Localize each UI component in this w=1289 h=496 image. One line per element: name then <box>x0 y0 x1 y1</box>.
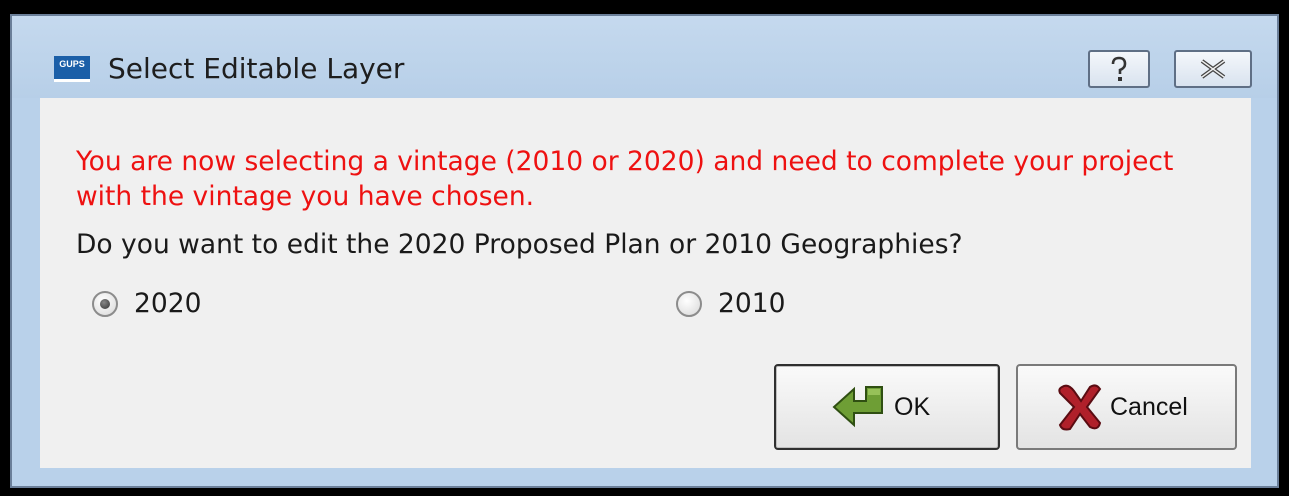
cancel-label: Cancel <box>1110 392 1188 421</box>
radio-option-2010[interactable]: 2010 <box>676 288 785 319</box>
radio-option-2020[interactable]: 2020 <box>92 288 201 319</box>
help-button[interactable] <box>1088 50 1150 88</box>
cancel-button[interactable]: Cancel <box>1016 364 1237 450</box>
radio-label-2010[interactable]: 2010 <box>718 288 785 319</box>
green-arrow-icon <box>832 386 883 428</box>
close-button[interactable] <box>1174 50 1252 88</box>
dialog-window: GUPS Select Editable Layer You are now s… <box>10 14 1279 488</box>
radio-button-2020[interactable] <box>92 290 118 317</box>
vintage-warning-text: You are now selecting a vintage (2010 or… <box>76 146 1174 212</box>
question-mark-icon <box>1111 56 1127 81</box>
ok-label: OK <box>894 392 931 421</box>
dialog-title: Select Editable Layer <box>108 52 405 85</box>
radio-button-2010[interactable] <box>676 290 702 317</box>
gups-app-icon: GUPS <box>54 56 90 82</box>
title-bar[interactable]: GUPS Select Editable Layer <box>12 16 1277 98</box>
red-x-icon <box>1058 384 1102 431</box>
ok-button[interactable]: OK <box>774 364 1000 450</box>
close-x-icon <box>1200 59 1226 79</box>
dialog-content: You are now selecting a vintage (2010 or… <box>40 98 1251 468</box>
radio-label-2020[interactable]: 2020 <box>134 288 201 319</box>
edit-question-text: Do you want to edit the 2020 Proposed Pl… <box>76 229 963 260</box>
